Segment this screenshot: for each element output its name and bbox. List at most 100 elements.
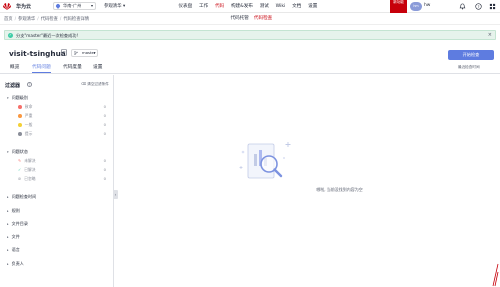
section-owner[interactable]: ▸ 负责人 xyxy=(7,261,24,267)
empty-state-text: 哪啦, 当前没找到内容为空 xyxy=(316,187,363,192)
breadcrumb-codecheck[interactable]: 代码检查 xyxy=(41,17,58,22)
section-file[interactable]: ▸ 文件 xyxy=(7,234,20,240)
severity-dot-icon xyxy=(18,104,22,109)
project-selector[interactable]: 参观清华 ▾ xyxy=(104,3,125,9)
help-icon[interactable]: ? xyxy=(475,3,482,10)
filter-panel: 过滤器 ? ⌫ 清空过滤条件 ▾ 问题级别 致命 0 严重 0 一般 0 提示 0 ▾ 问题… xyxy=(0,75,114,287)
breadcrumb-separator: / xyxy=(37,17,39,22)
tab-code-issues[interactable]: 代码问题 xyxy=(32,64,51,70)
empty-search-illustration-icon xyxy=(239,142,291,179)
section-severity[interactable]: ▾ 问题级别 xyxy=(7,95,28,101)
location-pin-icon xyxy=(55,3,61,9)
chevron-right-icon: ▸ xyxy=(7,209,9,213)
code-subtabs: 代码托管 代码检查 xyxy=(228,13,275,25)
grid-menu-icon[interactable] xyxy=(489,3,496,10)
alert-message: 分支"master"最近一次检查成功! xyxy=(16,33,79,38)
section-rules[interactable]: ▸ 规则 xyxy=(7,208,20,214)
item-label: 致命 xyxy=(24,104,33,109)
empty-state-message: 哪啦, 当前没找到内容为空 xyxy=(0,187,500,193)
section-status[interactable]: ▾ 问题状态 xyxy=(7,149,28,155)
tab-settings[interactable]: 设置 xyxy=(93,64,102,70)
filter-item-hint[interactable]: 提示 0 xyxy=(18,131,106,137)
resolved-icon: ✓ xyxy=(18,167,22,172)
subtab-code-hosting[interactable]: 代码托管 xyxy=(228,13,251,25)
huawei-logo-icon[interactable] xyxy=(2,2,12,11)
new-feature-badge[interactable]: 新功能 xyxy=(390,0,407,13)
filter-item-serious[interactable]: 严重 0 xyxy=(18,113,106,119)
section-label: 文件目录 xyxy=(11,221,28,226)
repository-icon xyxy=(61,49,67,56)
filter-item-resolved[interactable]: ✓ 已解决 0 xyxy=(18,167,106,173)
nav-settings[interactable]: 设置 xyxy=(305,0,321,13)
subtab-code-check[interactable]: 代码检查 xyxy=(251,13,274,25)
username[interactable]: hw xyxy=(424,3,430,8)
section-label: 文件 xyxy=(11,234,20,239)
chevron-right-icon: ▸ xyxy=(7,235,9,239)
breadcrumb-current: 代码检查详情 xyxy=(63,17,90,22)
severity-dot-icon xyxy=(18,122,22,127)
clear-filter-button[interactable]: ⌫ 清空过滤条件 xyxy=(81,82,109,87)
filter-item-fatal[interactable]: 致命 0 xyxy=(18,104,106,110)
svg-text:?: ? xyxy=(478,5,480,9)
item-label: 一般 xyxy=(24,122,33,127)
item-count: 0 xyxy=(103,176,106,181)
item-count: 0 xyxy=(103,158,106,163)
item-label: 严重 xyxy=(24,113,33,118)
breadcrumb-home[interactable]: 首页 xyxy=(4,17,13,22)
ignored-icon: ⊘ xyxy=(18,176,22,181)
resize-grip-icon[interactable] xyxy=(492,262,499,287)
question-icon[interactable]: ? xyxy=(27,82,32,87)
section-label: 问题状态 xyxy=(11,149,28,154)
section-check-time[interactable]: ▸ 问题检查时间 xyxy=(7,194,36,200)
filter-item-unresolved[interactable]: ✎ 未解决 0 xyxy=(18,158,106,164)
nav-build-release[interactable]: 构建&发布 xyxy=(228,0,257,13)
nav-test[interactable]: 测试 xyxy=(256,0,272,13)
section-label: 语言 xyxy=(11,247,20,252)
nav-work[interactable]: 工作 xyxy=(196,0,212,13)
active-tab-indicator xyxy=(32,72,51,74)
tab-code-metrics[interactable]: 代码度量 xyxy=(63,64,82,70)
filter-title: 过滤器 xyxy=(5,83,21,89)
section-label: 问题级别 xyxy=(11,95,28,100)
start-check-button[interactable]: 开始检查 xyxy=(448,50,494,60)
section-label: 问题检查时间 xyxy=(11,194,37,199)
item-count: 0 xyxy=(103,167,106,172)
section-language[interactable]: ▸ 语言 xyxy=(7,247,20,253)
section-directory[interactable]: ▸ 文件目录 xyxy=(7,221,28,227)
chevron-right-icon: ▸ xyxy=(7,195,9,199)
item-count: 0 xyxy=(103,122,106,127)
section-label: 规则 xyxy=(11,208,20,213)
success-alert: ✓ 分支"master"最近一次检查成功! × xyxy=(4,30,496,40)
check-circle-icon: ✓ xyxy=(8,33,13,38)
top-navigation-bar: 华为云 华南-广州 ▾ 参观清华 ▾ 仪表盘 工作 代码 构建&发布 测试 Wi… xyxy=(0,0,500,13)
item-label: 未解决 xyxy=(24,158,36,163)
chevron-down-icon: ▾ xyxy=(7,96,9,100)
nav-dashboard[interactable]: 仪表盘 xyxy=(175,0,196,13)
breadcrumb-project[interactable]: 参观清华 xyxy=(18,17,35,22)
chevron-right-icon: ▸ xyxy=(7,262,9,266)
item-label: 提示 xyxy=(24,131,33,136)
branch-icon xyxy=(74,51,78,55)
chevron-right-icon: ▸ xyxy=(7,248,9,252)
tab-overview[interactable]: 概览 xyxy=(10,64,19,70)
branch-selector[interactable]: master ▾ xyxy=(71,49,98,57)
filter-item-ignored[interactable]: ⊘ 已忽略 0 xyxy=(18,176,106,182)
filter-item-general[interactable]: 一般 0 xyxy=(18,122,106,128)
item-count: 0 xyxy=(103,113,106,118)
bell-icon[interactable] xyxy=(459,3,466,10)
nav-wiki[interactable]: Wiki xyxy=(272,0,288,13)
brand-name[interactable]: 华为云 xyxy=(16,3,31,10)
clear-filter-label: 清空过滤条件 xyxy=(87,82,109,86)
close-icon[interactable]: × xyxy=(488,32,492,38)
chevron-down-icon: ▾ xyxy=(90,3,93,8)
breadcrumb: 首页 / 参观清华 / 代码检查 / 代码检查详情 xyxy=(4,16,89,22)
chevron-down-icon: ▾ xyxy=(7,150,9,154)
nav-docs[interactable]: 文档 xyxy=(289,0,305,13)
region-selector[interactable]: 华南-广州 ▾ xyxy=(53,2,96,10)
item-label: 已解决 xyxy=(24,167,36,172)
avatar[interactable]: hm xyxy=(410,2,422,11)
breadcrumb-separator: / xyxy=(59,17,62,22)
repo-tabs: 概览 代码问题 代码度量 设置 xyxy=(0,62,500,74)
nav-code[interactable]: 代码 xyxy=(212,0,228,13)
severity-dot-icon xyxy=(18,113,22,118)
